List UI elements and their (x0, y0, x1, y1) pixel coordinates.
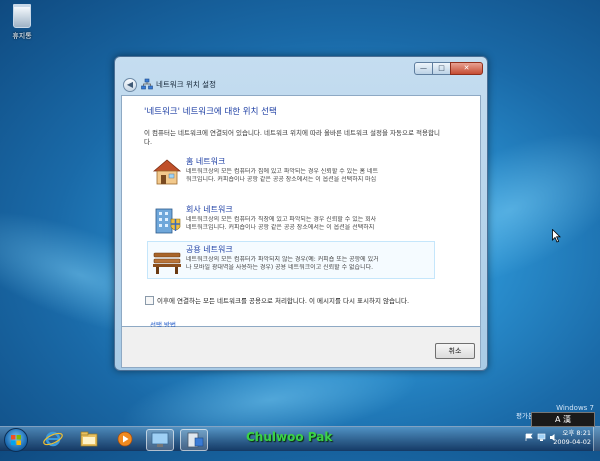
flag-icon[interactable] (525, 433, 534, 442)
dialog-content: '네트워크' 네트워크에 대한 위치 선택 이 컴퓨터는 네트워크에 연결되어 … (121, 95, 481, 329)
public-network-desc-line: 나 모바일 광대역을 사용하는 경우) 공용 네트워크이고 신뢰할 수 없습니다… (186, 264, 374, 271)
work-network-desc-line: 네트워크상의 모든 컴퓨터가 직장에 있고 파악되는 경우 신뢰할 수 있는 회… (186, 216, 377, 223)
home-network-title: 홈 네트워크 (186, 157, 226, 166)
maximize-button[interactable]: □ (432, 62, 451, 75)
network-monitor-icon (151, 432, 169, 447)
network-icon (141, 78, 153, 90)
public-network-description: 네트워크상의 모든 컴퓨터가 파악되지 않는 경우(예: 커피숍 또는 공항에 … (186, 256, 432, 272)
window-title: 네트워크 위치 설정 (156, 80, 216, 89)
checkbox-label: 이후에 연결하는 모든 네트워크를 공용으로 처리합니다. 이 메시지를 다시 … (157, 297, 410, 305)
work-network-icon (155, 208, 181, 234)
taskbar-owner-label: Chulwoo Pak (246, 430, 333, 444)
dialog-description: 이 컴퓨터는 네트워크에 연결되어 있습니다. 네트워크 위치에 따라 올바른 … (144, 129, 440, 146)
mouse-cursor-icon (552, 229, 561, 243)
windows-logo-icon (11, 435, 21, 445)
caption-buttons: — □ ✕ (414, 62, 483, 75)
taskbar-network-button[interactable] (146, 429, 174, 451)
home-network-desc-line: 네트워크상의 모든 컴퓨터가 집에 있고 파악되는 경우 신뢰할 수 있는 홈 … (186, 168, 379, 175)
dialog-heading: '네트워크' 네트워크에 대한 위치 선택 (144, 107, 277, 117)
network-location-dialog: ◀ 네트워크 위치 설정 — □ ✕ '네트워크' 네트워크에 대한 위치 선택… (114, 56, 488, 371)
show-desktop-button[interactable] (593, 427, 600, 451)
taskbar: Chulwoo Pak A 漢 오후 8:21 2009-04-02 (0, 412, 600, 452)
recycle-bin-label: 휴지통 (12, 32, 32, 40)
taskbar-ie-button[interactable] (40, 429, 66, 449)
taskbar-clock[interactable]: 오후 8:21 2009-04-02 (553, 429, 591, 447)
folder-icon (80, 431, 98, 447)
work-network-desc-line: 네트워크입니다. 커피숍이나 공항 같은 공공 장소에서는 이 옵션을 선택하지 (186, 224, 375, 231)
windows-brand-text: Windows 7 (556, 404, 594, 412)
network-tray-icon[interactable] (537, 433, 546, 442)
public-network-icon (153, 252, 181, 274)
back-button[interactable]: ◀ (123, 78, 137, 92)
work-network-title: 회사 네트워크 (186, 205, 233, 214)
clock-time: 오후 8:21 (562, 429, 591, 437)
taskbar-network-settings-button[interactable] (180, 429, 208, 451)
language-bar[interactable]: A 漢 (531, 412, 595, 427)
recycle-bin-desktop-icon[interactable]: 휴지통 (6, 4, 38, 41)
treat-all-public-checkbox[interactable] (145, 295, 154, 305)
close-button[interactable]: ✕ (450, 62, 483, 75)
cancel-button[interactable]: 취소 (435, 343, 475, 359)
recycle-bin-icon (13, 4, 31, 28)
network-settings-icon (187, 432, 204, 448)
taskbar-media-player-button[interactable] (112, 429, 138, 449)
home-network-icon (152, 159, 182, 185)
public-network-desc-line: 네트워크상의 모든 컴퓨터가 파악되지 않는 경우(예: 커피숍 또는 공항에 … (186, 256, 379, 263)
start-button[interactable] (4, 428, 28, 452)
dialog-footer: 취소 (121, 327, 481, 368)
minimize-button[interactable]: — (414, 62, 433, 75)
work-network-description: 네트워크상의 모든 컴퓨터가 직장에 있고 파악되는 경우 신뢰할 수 있는 회… (186, 216, 432, 232)
home-network-option[interactable]: 홈 네트워크 네트워크상의 모든 컴퓨터가 집에 있고 파악되는 경우 신뢰할 … (148, 154, 434, 190)
treat-all-public-checkbox-row[interactable]: 이후에 연결하는 모든 네트워크를 공용으로 처리합니다. 이 메시지를 다시 … (145, 295, 409, 305)
media-player-icon (117, 431, 133, 447)
home-network-description: 네트워크상의 모든 컴퓨터가 집에 있고 파악되는 경우 신뢰할 수 있는 홈 … (186, 168, 432, 184)
home-network-desc-line: 워크입니다. 커피숍이나 공항 같은 공공 장소에서는 이 옵션을 선택하지 마… (186, 176, 377, 183)
work-network-option[interactable]: 회사 네트워크 네트워크상의 모든 컴퓨터가 직장에 있고 파악되는 경우 신뢰… (148, 202, 434, 238)
title-bar[interactable]: ◀ 네트워크 위치 설정 — □ ✕ (115, 57, 487, 95)
public-network-title: 공용 네트워크 (186, 245, 233, 254)
clock-date: 2009-04-02 (553, 438, 591, 446)
public-network-option[interactable]: 공용 네트워크 네트워크상의 모든 컴퓨터가 파악되지 않는 경우(예: 커피숍… (147, 241, 435, 279)
taskbar-explorer-button[interactable] (76, 429, 102, 449)
internet-explorer-icon (43, 431, 63, 447)
